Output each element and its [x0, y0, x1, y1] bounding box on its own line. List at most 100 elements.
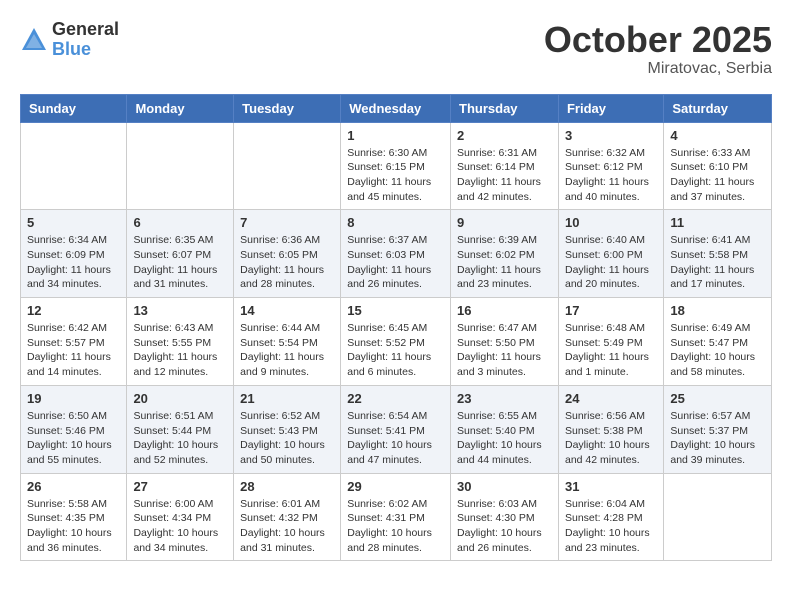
- day-info: Sunrise: 6:56 AM Sunset: 5:38 PM Dayligh…: [565, 409, 657, 468]
- day-info: Sunrise: 6:52 AM Sunset: 5:43 PM Dayligh…: [240, 409, 334, 468]
- logo: General Blue: [20, 20, 119, 60]
- day-number: 19: [27, 391, 120, 406]
- calendar-cell: 10 Sunrise: 6:40 AM Sunset: 6:00 PM Dayli…: [558, 210, 663, 298]
- weekday-header-wednesday: Wednesday: [341, 94, 451, 122]
- calendar-cell: 28Sunrise: 6:01 AM Sunset: 4:32 PM Dayli…: [234, 473, 341, 561]
- day-number: 30: [457, 479, 552, 494]
- calendar-cell: 14Sunrise: 6:44 AM Sunset: 5:54 PM Dayli…: [234, 298, 341, 386]
- calendar-cell: 4 Sunrise: 6:33 AM Sunset: 6:10 PM Daylig…: [664, 122, 772, 210]
- logo-general: General: [52, 20, 119, 40]
- calendar-cell: 30 Sunrise: 6:03 AM Sunset: 4:30 PM Dayli…: [451, 473, 559, 561]
- day-info: Sunrise: 6:39 AM Sunset: 6:02 PM Dayligh…: [457, 233, 552, 292]
- day-info: Sunrise: 6:35 AM Sunset: 6:07 PM Dayligh…: [133, 233, 227, 292]
- logo-icon: [20, 26, 48, 54]
- day-info: Sunrise: 6:49 AM Sunset: 5:47 PM Dayligh…: [670, 321, 765, 380]
- day-info: Sunrise: 6:33 AM Sunset: 6:10 PM Dayligh…: [670, 146, 765, 205]
- calendar-cell: 31 Sunrise: 6:04 AM Sunset: 4:28 PM Dayli…: [558, 473, 663, 561]
- day-number: 22: [347, 391, 444, 406]
- week-row-5: 26 Sunrise: 5:58 AM Sunset: 4:35 PM Dayli…: [21, 473, 772, 561]
- calendar-cell: 16 Sunrise: 6:47 AM Sunset: 5:50 PM Dayli…: [451, 298, 559, 386]
- day-number: 11: [670, 215, 765, 230]
- calendar-cell: 1 Sunrise: 6:30 AM Sunset: 6:15 PM Daylig…: [341, 122, 451, 210]
- day-number: 21: [240, 391, 334, 406]
- calendar-cell: 6Sunrise: 6:35 AM Sunset: 6:07 PM Daylig…: [127, 210, 234, 298]
- logo-text: General Blue: [52, 20, 119, 60]
- calendar-cell: 25 Sunrise: 6:57 AM Sunset: 5:37 PM Dayli…: [664, 385, 772, 473]
- day-info: Sunrise: 5:58 AM Sunset: 4:35 PM Dayligh…: [27, 497, 120, 556]
- day-info: Sunrise: 6:40 AM Sunset: 6:00 PM Dayligh…: [565, 233, 657, 292]
- day-info: Sunrise: 6:47 AM Sunset: 5:50 PM Dayligh…: [457, 321, 552, 380]
- day-number: 3: [565, 128, 657, 143]
- day-number: 17: [565, 303, 657, 318]
- month-title: October 2025: [544, 20, 772, 60]
- calendar-cell: 23Sunrise: 6:55 AM Sunset: 5:40 PM Dayli…: [451, 385, 559, 473]
- day-info: Sunrise: 6:00 AM Sunset: 4:34 PM Dayligh…: [133, 497, 227, 556]
- day-info: Sunrise: 6:57 AM Sunset: 5:37 PM Dayligh…: [670, 409, 765, 468]
- day-number: 25: [670, 391, 765, 406]
- calendar-cell: 17 Sunrise: 6:48 AM Sunset: 5:49 PM Dayli…: [558, 298, 663, 386]
- calendar-cell: 5 Sunrise: 6:34 AM Sunset: 6:09 PM Daylig…: [21, 210, 127, 298]
- day-number: 23: [457, 391, 552, 406]
- day-number: 13: [133, 303, 227, 318]
- day-number: 10: [565, 215, 657, 230]
- day-info: Sunrise: 6:34 AM Sunset: 6:09 PM Dayligh…: [27, 233, 120, 292]
- calendar-cell: 8Sunrise: 6:37 AM Sunset: 6:03 PM Daylig…: [341, 210, 451, 298]
- day-number: 12: [27, 303, 120, 318]
- day-info: Sunrise: 6:42 AM Sunset: 5:57 PM Dayligh…: [27, 321, 120, 380]
- day-number: 26: [27, 479, 120, 494]
- day-number: 27: [133, 479, 227, 494]
- day-number: 1: [347, 128, 444, 143]
- calendar-cell: 12 Sunrise: 6:42 AM Sunset: 5:57 PM Dayli…: [21, 298, 127, 386]
- weekday-header-row: SundayMondayTuesdayWednesdayThursdayFrid…: [21, 94, 772, 122]
- day-info: Sunrise: 6:36 AM Sunset: 6:05 PM Dayligh…: [240, 233, 334, 292]
- day-info: Sunrise: 6:02 AM Sunset: 4:31 PM Dayligh…: [347, 497, 444, 556]
- day-number: 31: [565, 479, 657, 494]
- day-number: 29: [347, 479, 444, 494]
- weekday-header-sunday: Sunday: [21, 94, 127, 122]
- weekday-header-saturday: Saturday: [664, 94, 772, 122]
- calendar-cell: 11 Sunrise: 6:41 AM Sunset: 5:58 PM Dayli…: [664, 210, 772, 298]
- day-number: 20: [133, 391, 227, 406]
- calendar-table: SundayMondayTuesdayWednesdayThursdayFrid…: [20, 94, 772, 562]
- calendar-cell: 18Sunrise: 6:49 AM Sunset: 5:47 PM Dayli…: [664, 298, 772, 386]
- title-section: October 2025 Miratovac, Serbia: [544, 20, 772, 78]
- week-row-4: 19 Sunrise: 6:50 AM Sunset: 5:46 PM Dayli…: [21, 385, 772, 473]
- day-number: 5: [27, 215, 120, 230]
- calendar-cell: 2Sunrise: 6:31 AM Sunset: 6:14 PM Daylig…: [451, 122, 559, 210]
- day-info: Sunrise: 6:51 AM Sunset: 5:44 PM Dayligh…: [133, 409, 227, 468]
- calendar-cell: [234, 122, 341, 210]
- day-info: Sunrise: 6:01 AM Sunset: 4:32 PM Dayligh…: [240, 497, 334, 556]
- day-info: Sunrise: 6:03 AM Sunset: 4:30 PM Dayligh…: [457, 497, 552, 556]
- day-info: Sunrise: 6:54 AM Sunset: 5:41 PM Dayligh…: [347, 409, 444, 468]
- day-number: 4: [670, 128, 765, 143]
- weekday-header-monday: Monday: [127, 94, 234, 122]
- calendar-cell: 21 Sunrise: 6:52 AM Sunset: 5:43 PM Dayli…: [234, 385, 341, 473]
- day-number: 14: [240, 303, 334, 318]
- day-info: Sunrise: 6:45 AM Sunset: 5:52 PM Dayligh…: [347, 321, 444, 380]
- calendar-cell: [21, 122, 127, 210]
- calendar-cell: 9 Sunrise: 6:39 AM Sunset: 6:02 PM Daylig…: [451, 210, 559, 298]
- week-row-2: 5 Sunrise: 6:34 AM Sunset: 6:09 PM Daylig…: [21, 210, 772, 298]
- day-number: 9: [457, 215, 552, 230]
- location: Miratovac, Serbia: [544, 60, 772, 78]
- day-info: Sunrise: 6:48 AM Sunset: 5:49 PM Dayligh…: [565, 321, 657, 380]
- week-row-1: 1 Sunrise: 6:30 AM Sunset: 6:15 PM Daylig…: [21, 122, 772, 210]
- calendar-cell: 7Sunrise: 6:36 AM Sunset: 6:05 PM Daylig…: [234, 210, 341, 298]
- day-info: Sunrise: 6:04 AM Sunset: 4:28 PM Dayligh…: [565, 497, 657, 556]
- day-number: 15: [347, 303, 444, 318]
- calendar-cell: 13Sunrise: 6:43 AM Sunset: 5:55 PM Dayli…: [127, 298, 234, 386]
- day-number: 24: [565, 391, 657, 406]
- calendar-cell: 29 Sunrise: 6:02 AM Sunset: 4:31 PM Dayli…: [341, 473, 451, 561]
- calendar-cell: 27 Sunrise: 6:00 AM Sunset: 4:34 PM Dayli…: [127, 473, 234, 561]
- calendar-cell: 19 Sunrise: 6:50 AM Sunset: 5:46 PM Dayli…: [21, 385, 127, 473]
- day-info: Sunrise: 6:30 AM Sunset: 6:15 PM Dayligh…: [347, 146, 444, 205]
- day-number: 16: [457, 303, 552, 318]
- day-info: Sunrise: 6:50 AM Sunset: 5:46 PM Dayligh…: [27, 409, 120, 468]
- day-number: 2: [457, 128, 552, 143]
- day-info: Sunrise: 6:32 AM Sunset: 6:12 PM Dayligh…: [565, 146, 657, 205]
- calendar-cell: 26 Sunrise: 5:58 AM Sunset: 4:35 PM Dayli…: [21, 473, 127, 561]
- calendar-cell: 22 Sunrise: 6:54 AM Sunset: 5:41 PM Dayli…: [341, 385, 451, 473]
- calendar-cell: [127, 122, 234, 210]
- day-info: Sunrise: 6:37 AM Sunset: 6:03 PM Dayligh…: [347, 233, 444, 292]
- day-info: Sunrise: 6:41 AM Sunset: 5:58 PM Dayligh…: [670, 233, 765, 292]
